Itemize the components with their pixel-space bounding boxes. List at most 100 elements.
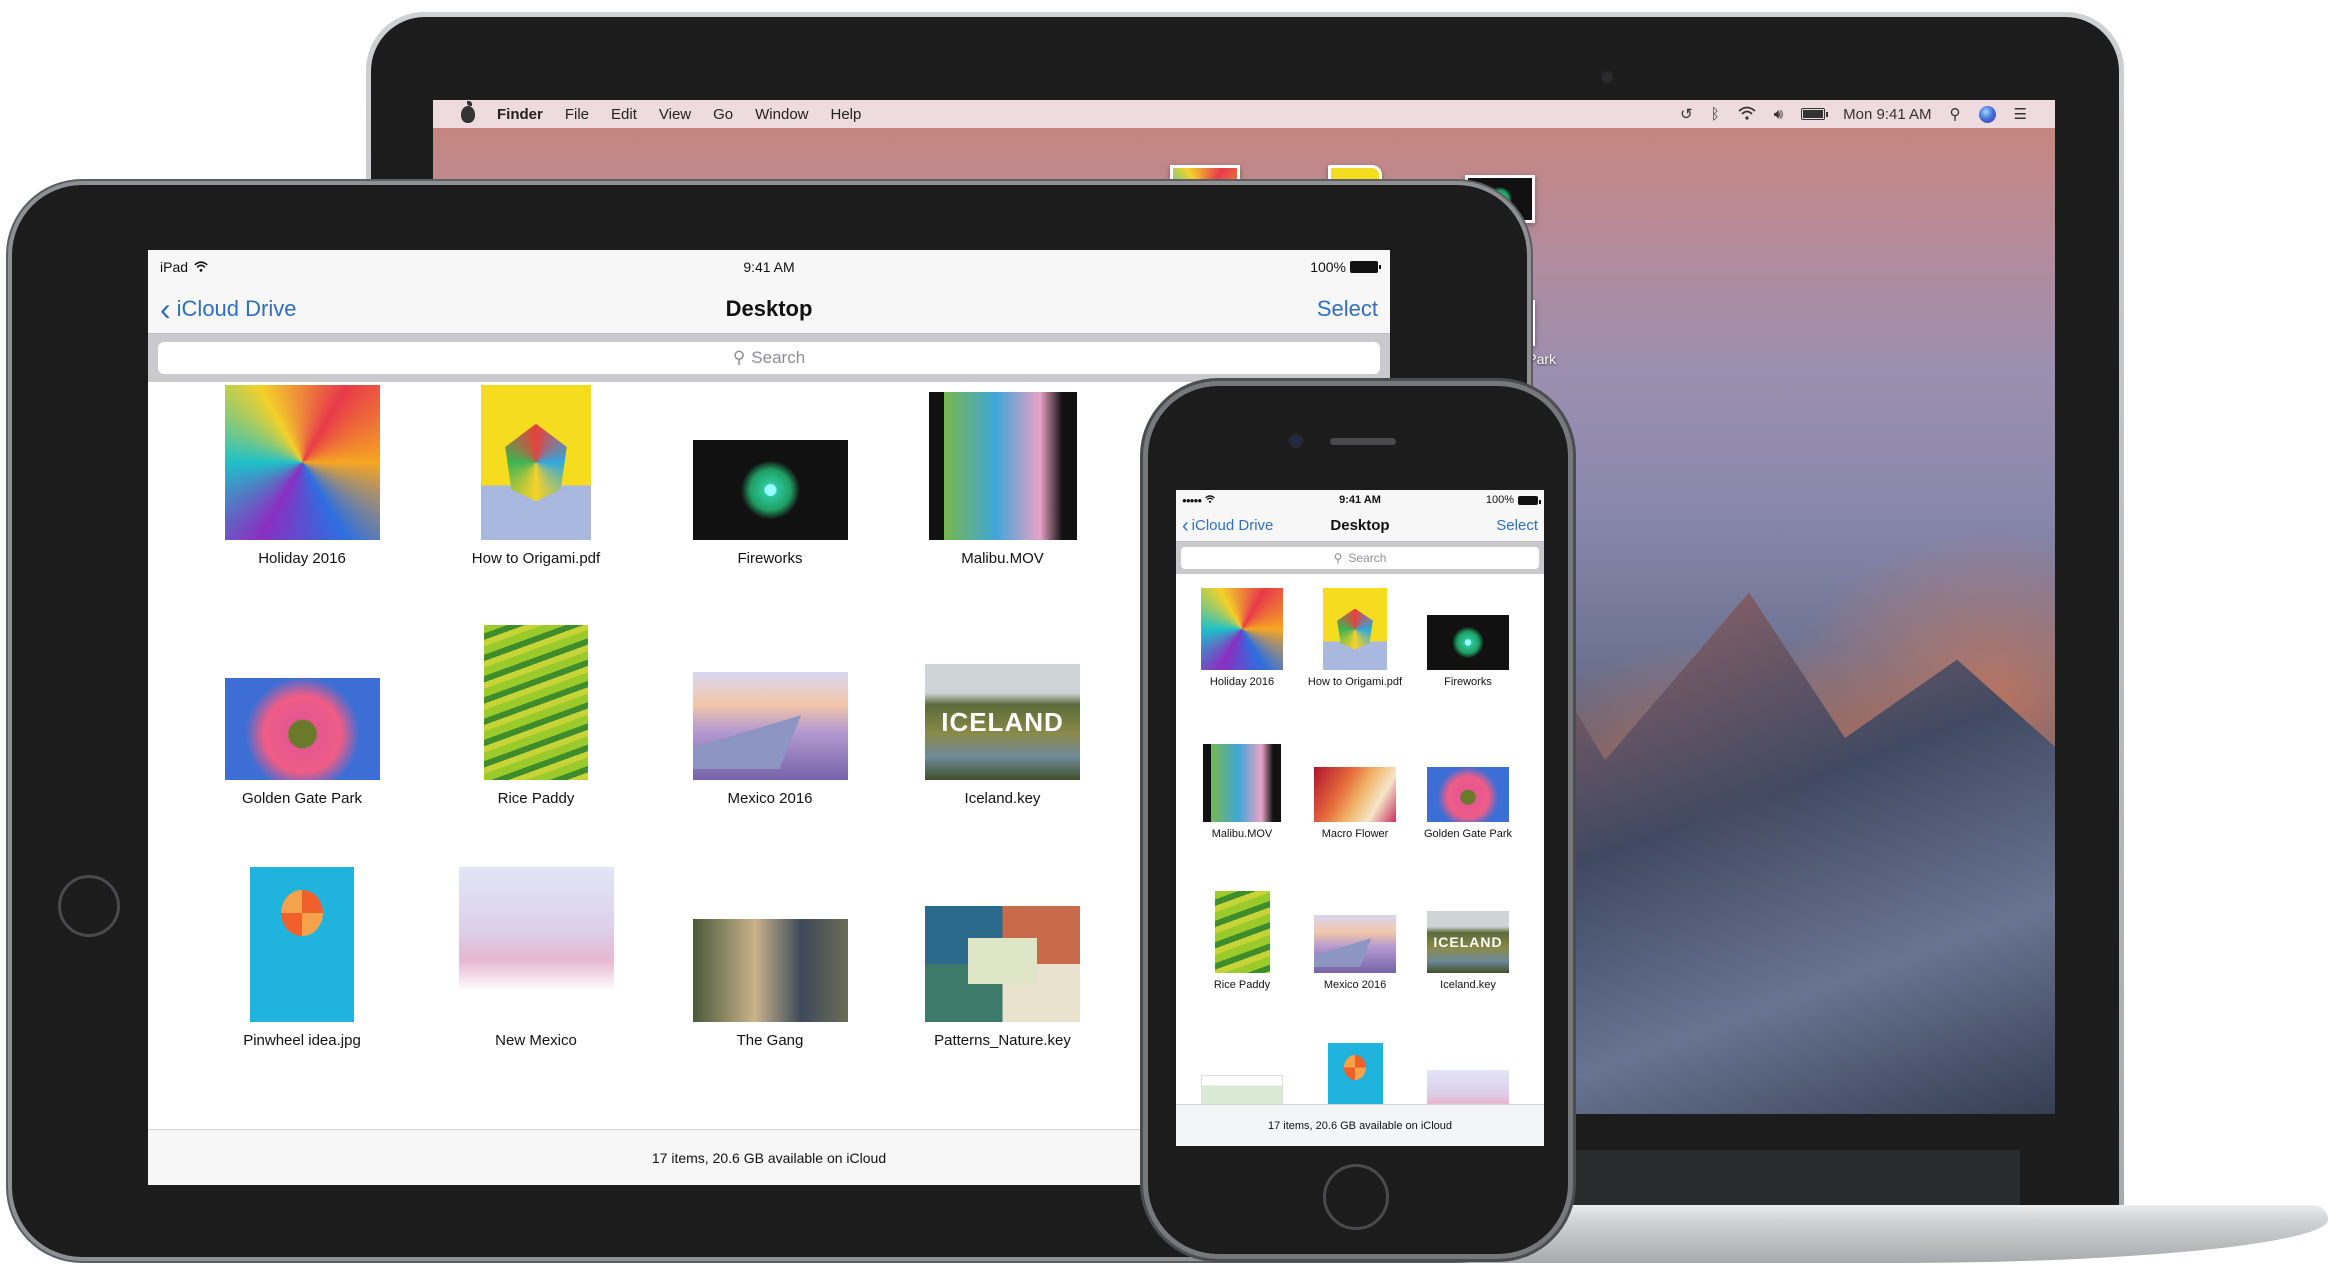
thumbnail-frame (1181, 586, 1303, 670)
spotlight-search-icon[interactable]: ⚲ (1950, 107, 1961, 122)
file-label: Iceland.key (1440, 979, 1496, 991)
mac-menu-bar: Finder File Edit View Go Window Help ↺ ᛒ… (433, 100, 2055, 128)
volume-icon[interactable]: 🔊︎ (1774, 107, 1783, 122)
file-label: Golden Gate Park (1423, 828, 1513, 840)
thumbnail-frame (654, 862, 886, 1022)
time-machine-icon[interactable]: ↺ (1680, 107, 1693, 122)
thumbnail-frame (186, 862, 418, 1022)
ipad-select-button[interactable]: Select (1317, 296, 1378, 322)
iphone-file-golden-gate-park[interactable]: Golden Gate Park (1407, 738, 1529, 841)
siri-icon[interactable] (1978, 105, 1996, 123)
iceland-title-text: ICELAND (941, 706, 1064, 737)
ipad-file-malibu-mov[interactable]: Malibu.MOV (887, 380, 1119, 567)
ipad-file-patterns-nature-key[interactable]: Patterns_Nature.key (887, 862, 1119, 1049)
ipad-file-holiday-2016[interactable]: Holiday 2016 (186, 380, 418, 567)
menu-view[interactable]: View (659, 106, 691, 123)
file-label: Pinwheel idea.jpg (243, 1031, 361, 1049)
iphone-speaker (1330, 438, 1396, 445)
ipad-status-time: 9:41 AM (743, 259, 795, 275)
ipad-search-bar: ⚲ Search (148, 334, 1390, 382)
menu-go[interactable]: Go (713, 106, 733, 123)
iphone-home-button[interactable] (1323, 1164, 1389, 1230)
fireworks-thumbnail (1427, 615, 1509, 670)
ipad-back-button[interactable]: ‹ iCloud Drive (160, 293, 296, 325)
ipad-file-mexico-2016[interactable]: Mexico 2016 (654, 620, 886, 807)
thumbnail-frame (1294, 586, 1416, 670)
thumbnail-frame (1407, 586, 1529, 670)
ipad-search-input[interactable]: ⚲ Search (158, 342, 1380, 374)
wifi-icon (1205, 494, 1216, 506)
menu-help[interactable]: Help (831, 106, 862, 123)
iphone-file-malibu-mov[interactable]: Malibu.MOV (1181, 738, 1303, 841)
iphone-select-button[interactable]: Select (1496, 517, 1538, 534)
ipad-status-bar: iPad 9:41 AM 100% (148, 250, 1390, 284)
bluetooth-icon[interactable]: ᛒ (1711, 107, 1720, 122)
ipad-battery-percent: 100% (1310, 259, 1346, 275)
wifi-icon[interactable] (1738, 106, 1756, 123)
malibu-thumbnail (928, 392, 1077, 540)
iphone-back-button[interactable]: ‹ iCloud Drive (1182, 516, 1273, 536)
file-label: Holiday 2016 (258, 550, 346, 567)
rice-thumbnail (1214, 891, 1270, 973)
iphone-file-rice-paddy[interactable]: Rice Paddy (1181, 889, 1303, 992)
thumbnail-frame (420, 862, 652, 1022)
file-label: New Mexico (495, 1031, 577, 1049)
thumbnail-frame (1294, 738, 1416, 822)
notification-center-icon[interactable]: ☰ (2014, 107, 2027, 122)
menu-window[interactable]: Window (755, 106, 808, 123)
ipad-file-how-to-origami-pdf[interactable]: How to Origami.pdf (420, 380, 652, 567)
iphone-file-how-to-origami-pdf[interactable]: How to Origami.pdf (1294, 586, 1416, 689)
ipad-file-fireworks[interactable]: Fireworks (654, 380, 886, 567)
ipad-file-the-gang[interactable]: The Gang (654, 862, 886, 1049)
file-label: Mexico 2016 (1323, 979, 1387, 991)
ipad-nav-bar: ‹ iCloud Drive Desktop Select (148, 284, 1390, 334)
file-label: Fireworks (737, 550, 803, 567)
mexico-thumbnail (692, 672, 848, 780)
thumbnail-frame (420, 620, 652, 780)
thumbnail-frame (1181, 738, 1303, 822)
file-label: Mexico 2016 (727, 790, 813, 807)
iphone-file-iceland-key[interactable]: ICELAND Iceland.key (1407, 889, 1529, 992)
ipad-file-rice-paddy[interactable]: Rice Paddy (420, 620, 652, 807)
ipad-home-button[interactable] (58, 875, 120, 937)
ipad-file-iceland-key[interactable]: ICELAND Iceland.key (887, 620, 1119, 807)
menu-file[interactable]: File (565, 106, 589, 123)
iphone-search-input[interactable]: ⚲ Search (1181, 547, 1539, 569)
menu-app-name[interactable]: Finder (497, 106, 543, 123)
macbook-camera (1602, 72, 1612, 82)
file-label: Iceland.key (964, 790, 1041, 807)
iphone-footer-status: 17 items, 20.6 GB available on iCloud (1176, 1104, 1544, 1146)
file-label: Rice Paddy (1213, 979, 1271, 991)
iphone-file-mexico-2016[interactable]: Mexico 2016 (1294, 889, 1416, 992)
iphone-front-camera (1291, 436, 1301, 446)
thumbnail-frame (887, 862, 1119, 1022)
ipad-file-new-mexico[interactable]: New Mexico (420, 862, 652, 1049)
iphone-file-fireworks[interactable]: Fireworks (1407, 586, 1529, 689)
menu-edit[interactable]: Edit (611, 106, 637, 123)
menu-clock[interactable]: Mon 9:41 AM (1843, 106, 1931, 123)
ipad-carrier: iPad (160, 259, 189, 275)
thumbnail-frame (654, 380, 886, 540)
golden-thumbnail (224, 678, 380, 780)
search-icon: ⚲ (1333, 551, 1343, 565)
ipad-file-pinwheel-idea-jpg[interactable]: Pinwheel idea.jpg (186, 862, 418, 1049)
iphone-file-grid: Holiday 2016 How to Origami.pdf Fireworks M… (1176, 582, 1544, 1125)
thumbnail-frame: ICELAND (1407, 889, 1529, 973)
iphone-file-holiday-2016[interactable]: Holiday 2016 (1181, 586, 1303, 689)
file-label: Holiday 2016 (1209, 676, 1275, 688)
iceland-title-text: ICELAND (1433, 934, 1503, 950)
ipad-nav-title: Desktop (725, 295, 813, 321)
iceland-thumbnail: ICELAND (1427, 911, 1509, 973)
ipad-file-golden-gate-park[interactable]: Golden Gate Park (186, 620, 418, 807)
golden-thumbnail (1427, 767, 1509, 822)
iphone-file-macro-flower[interactable]: Macro Flower (1294, 738, 1416, 841)
pinwheel-thumbnail (250, 866, 354, 1022)
file-label: Malibu.MOV (1211, 828, 1273, 840)
mexico-thumbnail (1314, 915, 1396, 973)
battery-icon[interactable] (1801, 108, 1829, 120)
file-label: The Gang (736, 1031, 804, 1049)
apple-menu-icon[interactable] (461, 100, 475, 123)
thumbnail-frame (654, 620, 886, 780)
thumbnail-frame (1407, 738, 1529, 822)
file-label: Golden Gate Park (241, 790, 363, 807)
